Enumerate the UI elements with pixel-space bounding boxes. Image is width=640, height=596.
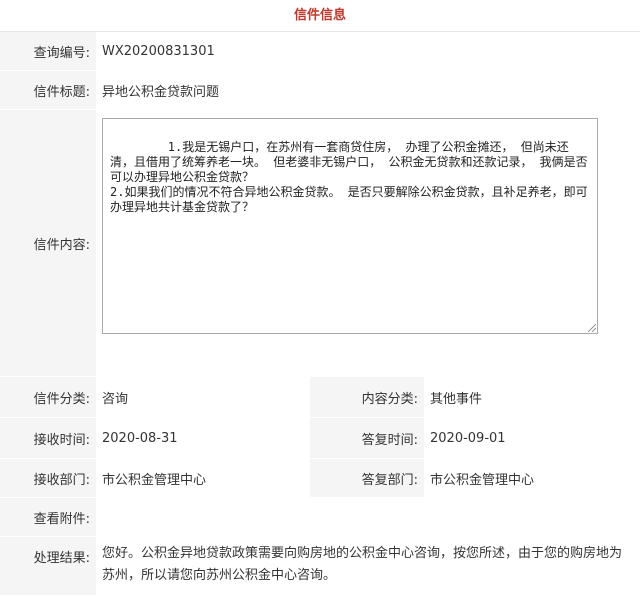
- attachments-value: [96, 498, 640, 536]
- query-no-label: 查询编号:: [0, 32, 96, 70]
- category-row: 信件分类: 咨询 内容分类: 其他事件: [0, 377, 640, 418]
- content-cell: 1.我是无锡户口，在苏州有一套商贷住房， 办理了公积金摊还， 但尚未还清，且借用…: [96, 110, 640, 376]
- content-text: 1.我是无锡户口，在苏州有一套商贷住房， 办理了公积金摊还， 但尚未还清，且借用…: [110, 140, 588, 214]
- content-label: 信件内容:: [0, 110, 96, 376]
- subject-value: 异地公积金贷款问题: [96, 71, 640, 109]
- category-value: 咨询: [96, 377, 310, 417]
- reply-dept-label: 答复部门:: [310, 459, 424, 497]
- resize-handle-icon[interactable]: [588, 324, 596, 332]
- content-textarea[interactable]: 1.我是无锡户口，在苏州有一套商贷住房， 办理了公积金摊还， 但尚未还清，且借用…: [102, 118, 598, 334]
- result-row: 处理结果: 您好。公积金异地贷款政策需要向购房地的公积金中心咨询，按您所述，由于…: [0, 537, 640, 596]
- page-title: 信件信息: [0, 0, 640, 32]
- dept-row: 接收部门: 市公积金管理中心 答复部门: 市公积金管理中心: [0, 459, 640, 498]
- content-row: 信件内容: 1.我是无锡户口，在苏州有一套商贷住房， 办理了公积金摊还， 但尚未…: [0, 110, 640, 377]
- result-label: 处理结果:: [0, 537, 96, 595]
- subject-row: 信件标题: 异地公积金贷款问题: [0, 71, 640, 110]
- receive-dept-value: 市公积金管理中心: [96, 459, 310, 497]
- content-category-label: 内容分类:: [310, 377, 424, 417]
- subject-label: 信件标题:: [0, 71, 96, 109]
- attachments-label: 查看附件:: [0, 498, 96, 536]
- category-label: 信件分类:: [0, 377, 96, 417]
- reply-time-label: 答复时间:: [310, 418, 424, 458]
- receive-time-label: 接收时间:: [0, 418, 96, 458]
- content-category-value: 其他事件: [424, 377, 640, 417]
- reply-dept-value: 市公积金管理中心: [424, 459, 640, 497]
- result-value: 您好。公积金异地贷款政策需要向购房地的公积金中心咨询，按您所述，由于您的购房地为…: [96, 537, 640, 595]
- query-no-row: 查询编号: WX20200831301: [0, 32, 640, 71]
- reply-time-value: 2020-09-01: [424, 418, 640, 458]
- query-no-value: WX20200831301: [96, 32, 640, 70]
- receive-time-value: 2020-08-31: [96, 418, 310, 458]
- letter-info-page: 信件信息 查询编号: WX20200831301 信件标题: 异地公积金贷款问题…: [0, 0, 640, 596]
- attachments-row: 查看附件:: [0, 498, 640, 537]
- time-row: 接收时间: 2020-08-31 答复时间: 2020-09-01: [0, 418, 640, 459]
- receive-dept-label: 接收部门:: [0, 459, 96, 497]
